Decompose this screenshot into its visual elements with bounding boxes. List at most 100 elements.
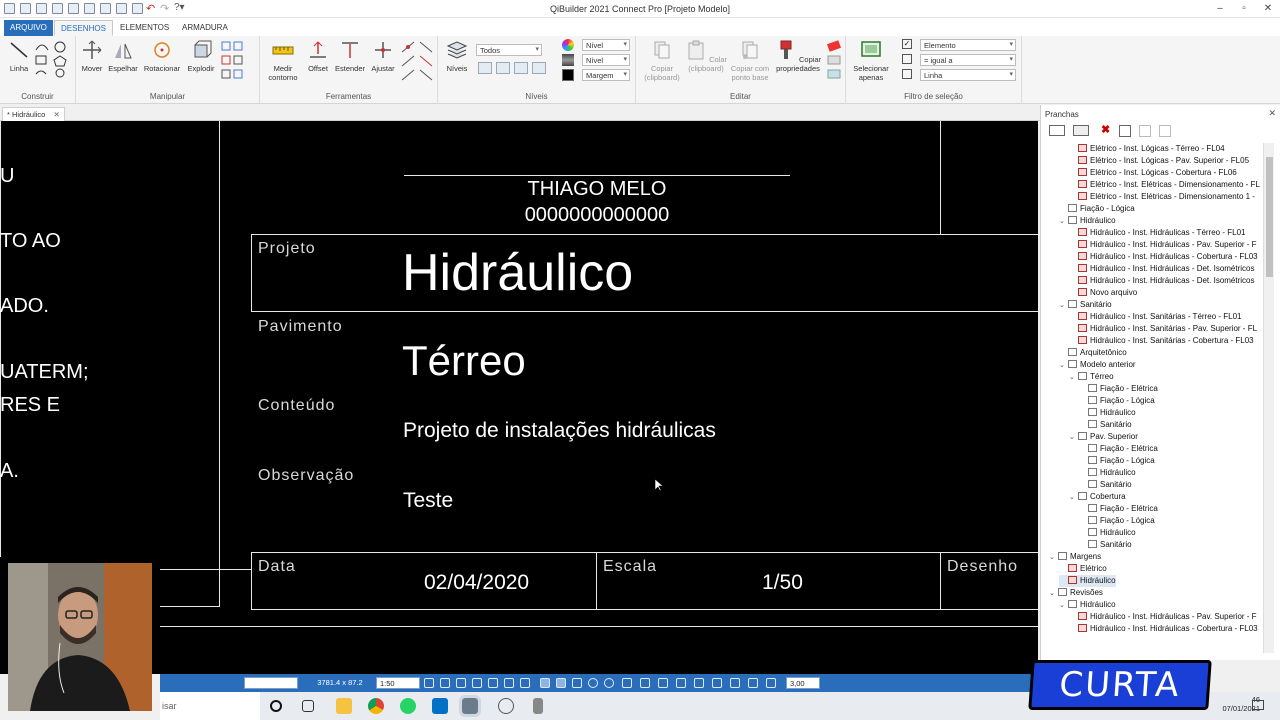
tree-node[interactable]: Fiação - Elétrica: [1079, 443, 1158, 455]
color-wheel-icon[interactable]: [562, 39, 574, 51]
osnap-intersection-icon[interactable]: [658, 678, 668, 688]
properties-icon[interactable]: [1119, 125, 1131, 137]
linetype-level-combo[interactable]: Nível: [582, 54, 630, 66]
tree-node[interactable]: ⌄ Cobertura: [1069, 491, 1126, 503]
new-sheet-icon[interactable]: [1049, 125, 1065, 136]
tree-node[interactable]: ⌄ Revisões: [1049, 587, 1103, 599]
tree-node[interactable]: Hidráulico - Inst. Hidráulicas - Cobertu…: [1069, 623, 1258, 635]
tree-node[interactable]: Elétrico - Inst. Lógicas - Térreo - FL04: [1069, 143, 1225, 155]
tree-node[interactable]: Hidráulico - Inst. Sanitárias - Cobertur…: [1069, 335, 1254, 347]
snap-distance-input[interactable]: 3,00: [786, 677, 820, 689]
tree-node[interactable]: Hidráulico - Inst. Hidráulicas - Det. Is…: [1069, 263, 1255, 275]
taskbar-search[interactable]: isar: [160, 692, 260, 720]
usb-device-icon[interactable]: [533, 698, 543, 714]
ortho-icon[interactable]: [556, 678, 566, 688]
whatsapp-icon[interactable]: [400, 698, 416, 714]
tree-node[interactable]: ⌄ Hidráulico: [1059, 599, 1116, 611]
tree-node[interactable]: Sanitário: [1079, 419, 1132, 431]
filter-checkbox-icon[interactable]: ✓: [902, 39, 912, 49]
tree-node[interactable]: ⌄ Margens: [1049, 551, 1101, 563]
snap-tools-icon[interactable]: [400, 40, 434, 82]
tree-node[interactable]: Hidráulico - Inst. Hidráulicas - Pav. Su…: [1069, 239, 1257, 251]
medir-contorno-button[interactable]: Medir contorno: [264, 40, 302, 82]
tab-elementos[interactable]: ELEMENTOS: [114, 20, 175, 36]
camera-app-icon[interactable]: [498, 698, 514, 714]
filter-operator-icon[interactable]: [902, 54, 912, 64]
osnap-endpoint-icon[interactable]: [622, 678, 632, 688]
estender-button[interactable]: Estender: [334, 40, 366, 73]
color-level-combo[interactable]: Nível: [582, 39, 630, 51]
outlook-icon[interactable]: [432, 698, 448, 714]
zoom-window-icon[interactable]: [424, 678, 434, 688]
command-input[interactable]: [244, 677, 298, 689]
delete-icon[interactable]: ✖: [1101, 123, 1110, 136]
tree-node[interactable]: ⌄ Sanitário: [1059, 299, 1112, 311]
filter-element-combo[interactable]: Elemento: [920, 39, 1016, 51]
arrange-icon[interactable]: [1159, 125, 1171, 137]
close-panel-icon[interactable]: ✕: [1268, 108, 1276, 119]
expand-toggle-icon[interactable]: ⌄: [1049, 588, 1058, 600]
layer-tool-icon-4[interactable]: [532, 62, 546, 74]
tree-node[interactable]: Hidráulico - Inst. Hidráulicas - Térreo …: [1069, 227, 1245, 239]
tree-node[interactable]: Hidráulico: [1079, 407, 1136, 419]
explodir-button[interactable]: Explodir: [184, 40, 218, 73]
tree-node[interactable]: Sanitário: [1079, 539, 1132, 551]
expand-toggle-icon[interactable]: ⌄: [1059, 300, 1068, 312]
tree-node[interactable]: Fiação - Elétrica: [1079, 383, 1158, 395]
zoom-in-icon[interactable]: [456, 678, 466, 688]
grid-snap-icon[interactable]: [540, 678, 550, 688]
array-tools-icon[interactable]: [220, 40, 256, 82]
ajustar-button[interactable]: Ajustar: [368, 40, 398, 73]
tree-node[interactable]: Elétrico - Inst. Elétricas - Dimensionam…: [1069, 191, 1255, 203]
fill-icon[interactable]: [562, 69, 574, 81]
copiar-clipboard-button[interactable]: Copiar (clipboard): [640, 40, 684, 82]
pan-icon[interactable]: [520, 678, 530, 688]
tree-node[interactable]: Elétrico: [1059, 563, 1107, 575]
tree-node[interactable]: Fiação - Lógica: [1079, 515, 1155, 527]
layer-tool-icon-2[interactable]: [496, 62, 510, 74]
tree-node[interactable]: Hidráulico - Inst. Hidráulicas - Det. Is…: [1069, 275, 1255, 287]
margin-combo[interactable]: Margem: [582, 69, 630, 81]
expand-toggle-icon[interactable]: ⌄: [1059, 216, 1068, 228]
expand-toggle-icon[interactable]: ⌄: [1059, 360, 1068, 372]
linha-button[interactable]: Linha: [6, 40, 32, 73]
zoom-extents-icon[interactable]: [440, 678, 450, 688]
drawing-canvas[interactable]: U TO AO ADO. UATERM; RES E A. THIAGO MEL…: [0, 121, 1038, 674]
copiar-propriedades-button[interactable]: Copiar propriedades: [774, 40, 822, 73]
tree-scrollbar[interactable]: [1263, 143, 1274, 653]
draw-tools-icon[interactable]: [34, 40, 70, 80]
osnap-perpendicular-icon[interactable]: [676, 678, 686, 688]
tab-arquivo[interactable]: ARQUIVO: [4, 20, 53, 36]
tree-node[interactable]: Sanitário: [1079, 479, 1132, 491]
layer-tool-icon-3[interactable]: [514, 62, 528, 74]
level-filter-combo[interactable]: Todos: [476, 44, 542, 56]
copiar-ponto-base-button[interactable]: Copiar com ponto base: [728, 40, 772, 82]
tree-node[interactable]: Arquitetônico: [1059, 347, 1127, 359]
tree-node[interactable]: Elétrico - Inst. Lógicas - Cobertura - F…: [1069, 167, 1237, 179]
tree-node[interactable]: Elétrico - Inst. Lógicas - Pav. Superior…: [1069, 155, 1249, 167]
filter-operator-combo[interactable]: = igual a: [920, 54, 1016, 66]
colar-clipboard-button[interactable]: Colar (clipboard): [684, 40, 728, 73]
tab-armadura[interactable]: ARMADURA: [176, 20, 234, 36]
filter-value-combo[interactable]: Linha: [920, 69, 1016, 81]
export-sheet-icon[interactable]: [1139, 125, 1151, 137]
selecionar-apenas-button[interactable]: Selecionar apenas: [850, 40, 892, 82]
tree-node[interactable]: Elétrico - Inst. Elétricas - Dimensionam…: [1069, 179, 1260, 191]
scrollbar-thumb[interactable]: [1266, 157, 1273, 277]
chrome-icon[interactable]: [368, 698, 384, 714]
close-tab-icon[interactable]: ✕: [53, 110, 59, 119]
niveis-button[interactable]: Níveis: [440, 40, 474, 73]
tree-node[interactable]: ⌄ Pav. Superior: [1069, 431, 1138, 443]
expand-toggle-icon[interactable]: ⌄: [1069, 372, 1078, 384]
document-tab[interactable]: * Hidráulico ✕: [2, 107, 65, 121]
tree-node[interactable]: Hidráulico - Inst. Hidráulicas - Pav. Su…: [1069, 611, 1257, 623]
filter-value-icon[interactable]: [902, 69, 912, 79]
task-view-icon[interactable]: [302, 700, 314, 712]
tree-node[interactable]: Novo arquivo: [1069, 287, 1137, 299]
notification-icon[interactable]: [1252, 700, 1264, 710]
tree-node[interactable]: Hidráulico - Inst. Hidráulicas - Cobertu…: [1069, 251, 1258, 263]
zoom-next-icon[interactable]: [504, 678, 514, 688]
tree-node[interactable]: Fiação - Lógica: [1079, 395, 1155, 407]
line-style-icon[interactable]: [562, 54, 574, 66]
expand-toggle-icon[interactable]: ⌄: [1049, 552, 1058, 564]
